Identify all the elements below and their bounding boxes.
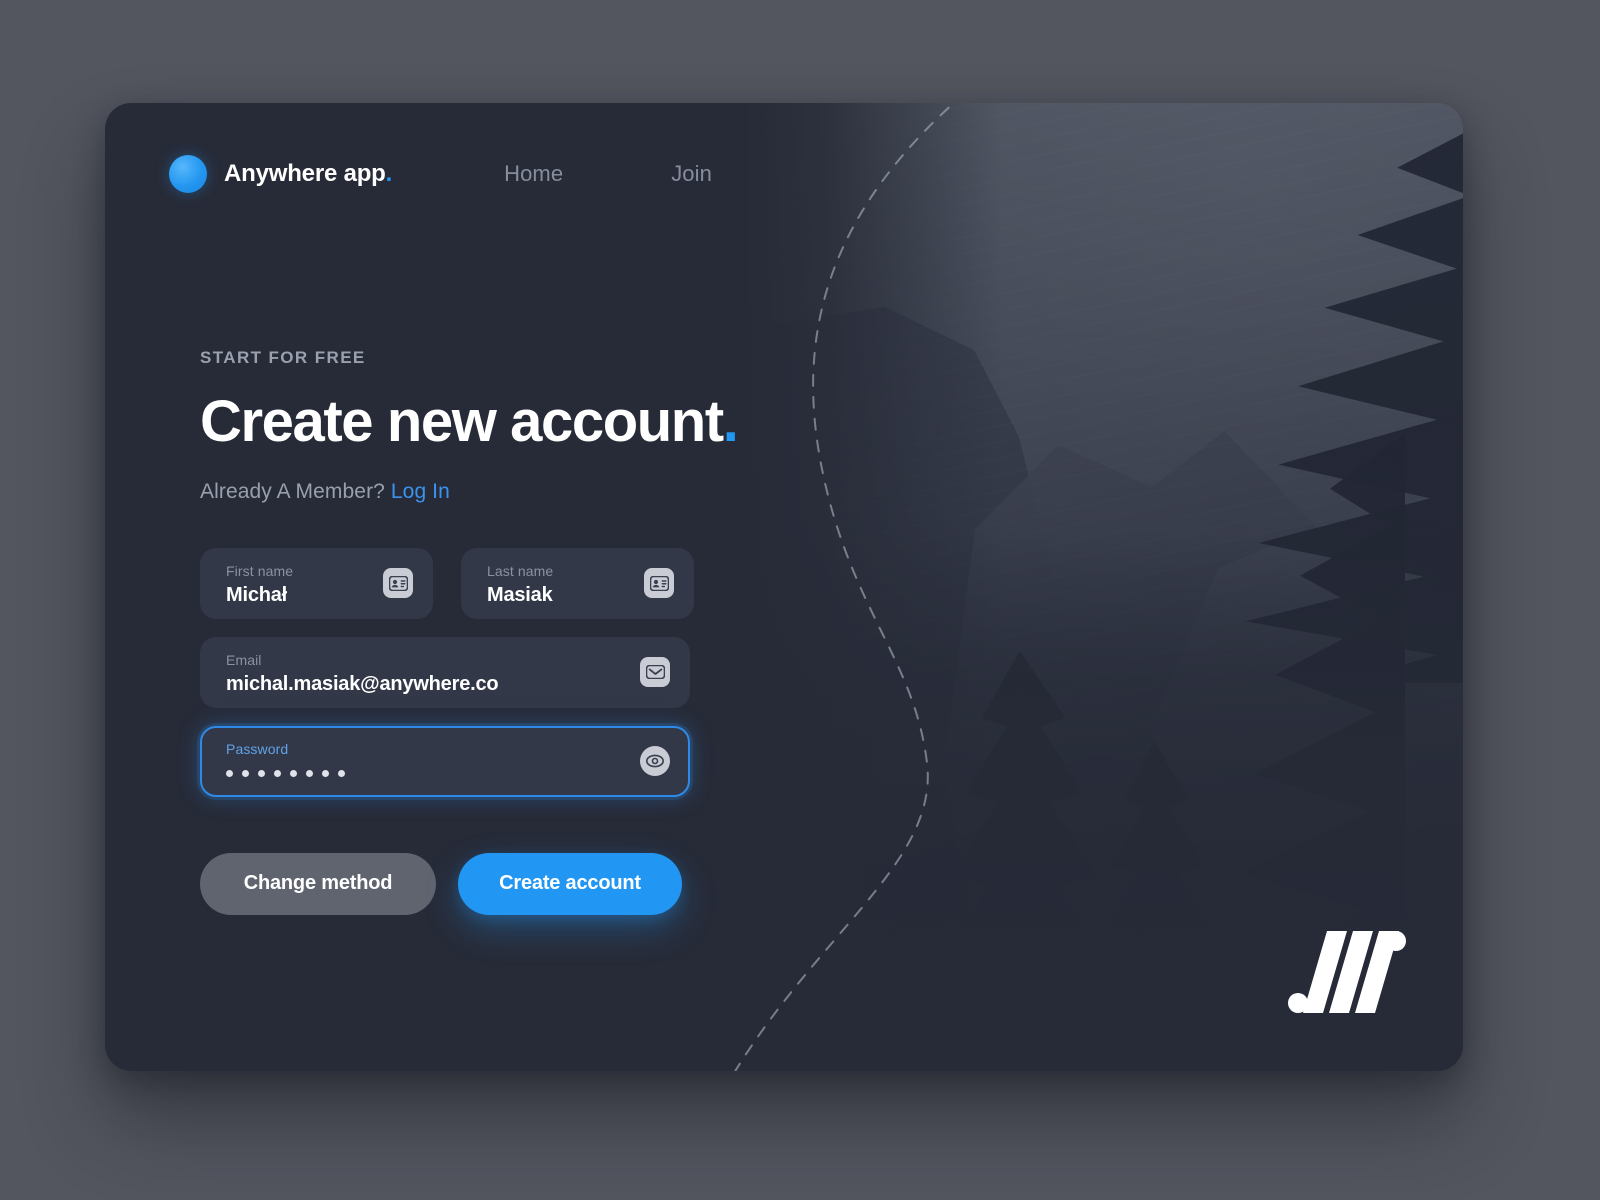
brand-name-dot: . <box>385 160 393 187</box>
last-name-label: Last name <box>487 562 554 579</box>
envelope-icon <box>640 657 670 688</box>
signup-form-section: START FOR FREE Create new account. Alrea… <box>200 348 840 915</box>
password-label: Password <box>226 740 289 757</box>
email-label: Email <box>226 651 262 668</box>
password-dot <box>226 770 233 778</box>
form-actions: Change method Create account <box>200 852 840 915</box>
contact-card-icon <box>644 568 674 599</box>
create-account-button[interactable]: Create account <box>458 852 682 915</box>
brand[interactable]: Anywhere app. <box>169 155 392 193</box>
password-dot <box>274 770 281 778</box>
email-field[interactable]: Email michal.masiak@anywhere.co <box>200 636 690 708</box>
first-name-field[interactable]: First name Michał <box>200 547 433 619</box>
page-title-text: Create new account <box>200 389 724 454</box>
password-dot <box>242 770 249 778</box>
name-row: First name Michał Last name Masiak <box>200 547 840 619</box>
change-method-button[interactable]: Change method <box>200 852 436 915</box>
nav-item-join[interactable]: Join <box>671 161 712 187</box>
password-dot <box>338 770 345 778</box>
page-title-dot: . <box>722 389 739 454</box>
page-header: Anywhere app. Home Join <box>169 155 712 193</box>
signup-card: Anywhere app. Home Join START FOR FREE C… <box>105 103 1463 1071</box>
hero-photo-mountain-forest <box>743 103 1463 1071</box>
form-fields: First name Michał Last name Masiak Email… <box>200 547 840 797</box>
password-dot <box>258 770 265 778</box>
login-link[interactable]: Log In <box>391 480 450 503</box>
page-title: Create new account. <box>200 389 840 454</box>
eye-icon[interactable] <box>640 746 670 777</box>
password-dot <box>306 770 313 778</box>
anywhere-monogram-logo <box>1288 931 1406 1013</box>
contact-card-icon <box>383 568 413 599</box>
brand-logo-icon <box>169 155 207 193</box>
brand-name: Anywhere app. <box>224 160 392 188</box>
first-name-value: Michał <box>226 583 288 606</box>
last-name-value: Masiak <box>487 583 553 606</box>
email-value: michal.masiak@anywhere.co <box>226 672 499 695</box>
password-value-dots <box>226 767 666 781</box>
login-prompt-text: Already A Member? <box>200 479 385 503</box>
password-field[interactable]: Password <box>200 725 690 797</box>
first-name-label: First name <box>226 562 294 579</box>
eyebrow-label: START FOR FREE <box>200 348 366 367</box>
password-dot <box>290 770 297 778</box>
nav-item-home[interactable]: Home <box>504 161 563 187</box>
brand-name-text: Anywhere app <box>224 160 386 187</box>
main-nav: Home Join <box>504 161 712 187</box>
last-name-field[interactable]: Last name Masiak <box>461 547 694 619</box>
login-prompt: Already A Member? Log In <box>200 480 840 504</box>
password-dot <box>322 770 329 778</box>
